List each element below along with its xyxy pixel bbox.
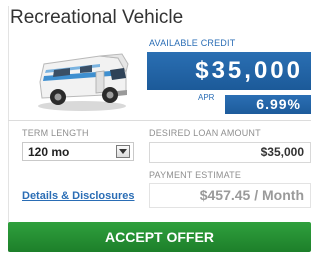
- available-credit-label: AVAILABLE CREDIT: [149, 38, 236, 48]
- chevron-down-icon[interactable]: [116, 145, 130, 158]
- payment-estimate-value: $457.45 / Month: [149, 183, 311, 208]
- term-length-select[interactable]: 120 mo: [22, 142, 134, 161]
- offer-title: Recreational Vehicle: [10, 7, 184, 28]
- details-disclosures-link[interactable]: Details & Disclosures: [22, 190, 135, 202]
- section-divider: [8, 120, 311, 121]
- available-credit-value: $35,000: [147, 52, 311, 90]
- apr-label: APR: [198, 93, 215, 102]
- apr-value: 6.99%: [225, 95, 311, 114]
- term-length-label: TERM LENGTH: [22, 128, 89, 138]
- accept-offer-button[interactable]: ACCEPT OFFER: [8, 222, 311, 252]
- desired-loan-amount-input[interactable]: $35,000: [149, 142, 311, 163]
- term-length-selected-value: 120 mo: [28, 145, 70, 159]
- rv-vehicle-icon: [38, 53, 129, 111]
- payment-estimate-label: PAYMENT ESTIMATE: [149, 170, 242, 180]
- desired-loan-amount-label: DESIRED LOAN AMOUNT: [149, 128, 261, 138]
